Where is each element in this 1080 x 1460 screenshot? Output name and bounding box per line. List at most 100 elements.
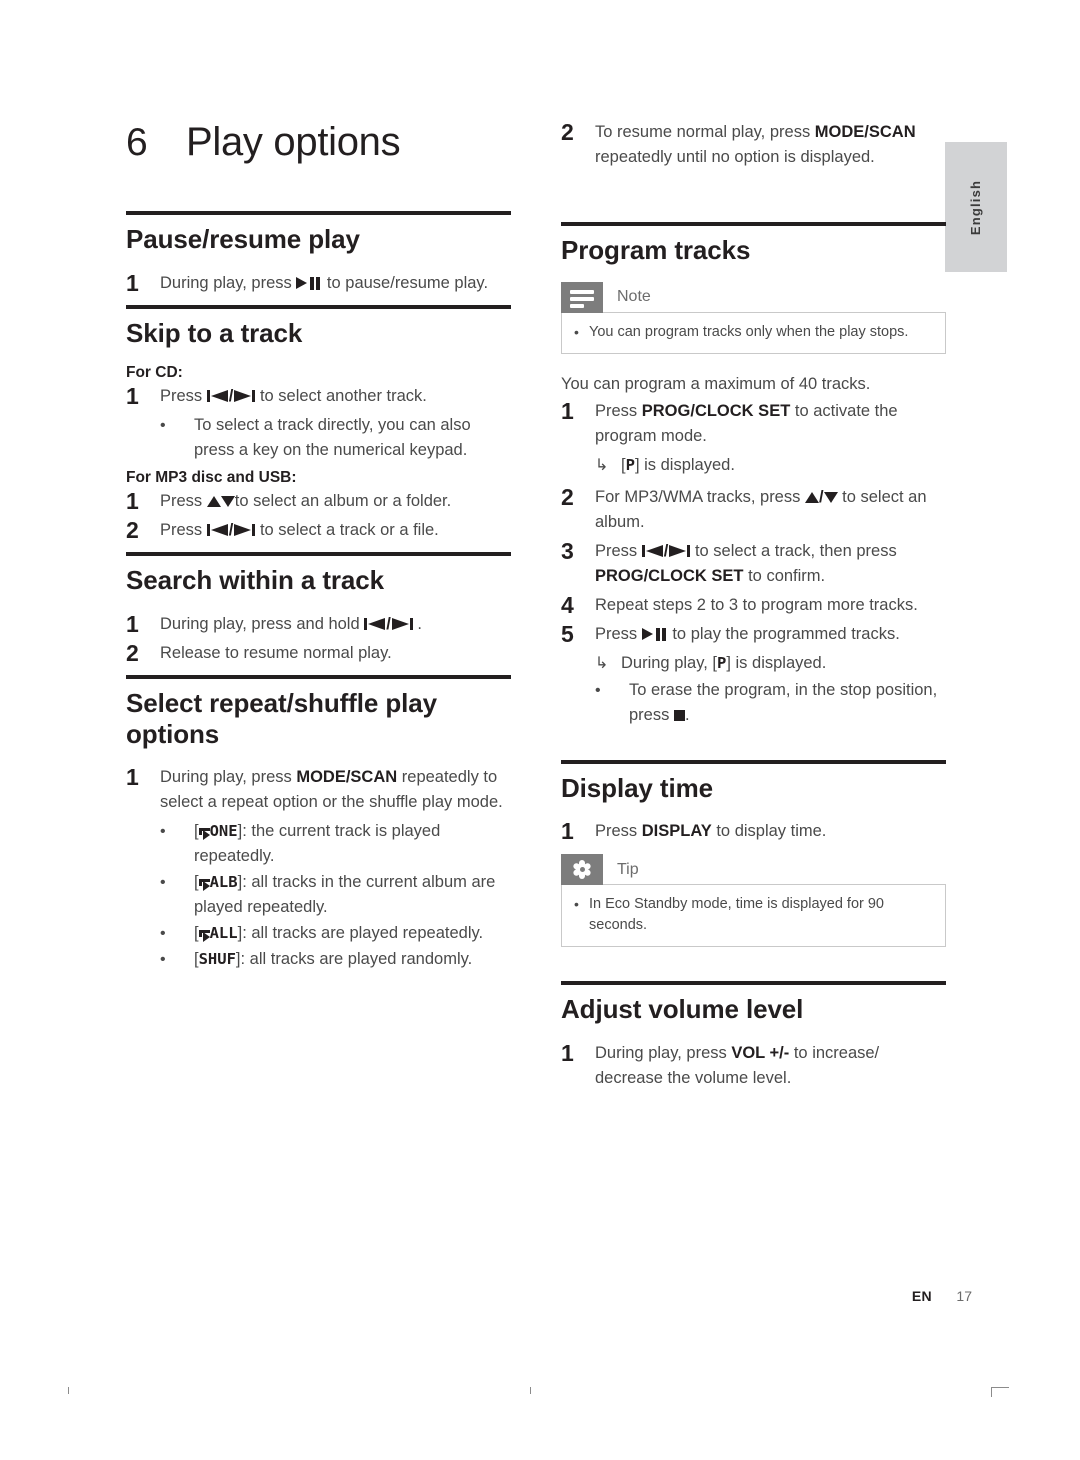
step-text-post: . (412, 615, 422, 634)
bullet-item: • [ALB]: all tracks in the current album… (126, 870, 511, 920)
step-text-pre: Press (595, 624, 642, 643)
crop-mark (991, 1387, 992, 1397)
footer-language-code: EN (911, 1288, 932, 1304)
section-rule (126, 211, 511, 215)
option-description: : all tracks are played repeatedly. (242, 924, 484, 943)
step-text-pre: Press (595, 541, 642, 560)
step-number: 1 (126, 611, 139, 638)
step-text: During play, press and hold / . (160, 615, 422, 634)
result-line: ↳ [P] is displayed. (561, 453, 946, 478)
subheading-for-mp3-usb: For MP3 disc and USB: (126, 469, 297, 487)
step-text: For MP3/WMA tracks, press / to select an… (595, 485, 946, 535)
crop-mark (991, 1387, 1009, 1388)
note-callout-body: • You can program tracks only when the p… (561, 311, 946, 354)
page-footer: EN 17 (0, 1288, 1080, 1306)
step-text: Press / to select another track. (160, 387, 427, 406)
step-text: Press / to select a track or a file. (160, 521, 439, 540)
bullet-text: You can program tracks only when the pla… (589, 323, 909, 340)
next-track-icon (668, 544, 691, 557)
step-text-pre: Press (160, 492, 207, 511)
button-name-mode-scan: MODE/SCAN (814, 123, 916, 141)
pause-bars (310, 276, 321, 290)
repeat-arrow-icon (198, 877, 210, 892)
pause-bars (655, 627, 667, 641)
step-number: 1 (561, 397, 574, 424)
step-item: 2 To resume normal play, press MODE/SCAN… (561, 120, 946, 170)
bullet-dot: • (160, 823, 166, 841)
bullet-item: • [SHUF]: all tracks are played randomly… (126, 947, 511, 972)
manual-page: English 6 Play options Pause/resume play… (0, 0, 1080, 1460)
step-number: 1 (126, 488, 139, 515)
step-text-post: to play the programmed tracks. (667, 624, 900, 643)
bullet-item: • In Eco Standby mode, time is displayed… (574, 894, 933, 936)
lcd-code: P (625, 455, 635, 474)
step-text: Repeat steps 2 to 3 to program more trac… (595, 595, 918, 614)
section-heading-adjust-volume: Adjust volume level (561, 994, 804, 1025)
down-arrow-icon (220, 495, 235, 508)
bullet-text-post: . (684, 705, 690, 724)
step-text-post: to pause/resume play. (322, 273, 489, 292)
section-rule (126, 675, 511, 680)
step-text-pre: Press (595, 822, 642, 841)
chapter-title: Play options (186, 120, 401, 164)
language-side-tab-label: English (968, 179, 984, 235)
tip-callout-header: Tip (561, 854, 946, 886)
step-text: Press PROG/CLOCK SET to activate the pro… (595, 399, 946, 449)
section-heading-program-tracks: Program tracks (561, 235, 751, 265)
footer-page-number: 17 (956, 1288, 972, 1304)
repeat-arrow-icon (198, 826, 210, 841)
section-rule (126, 304, 511, 309)
bullet-dot: • (160, 417, 166, 435)
lcd-code: SHUF (198, 950, 236, 969)
bullet-dot: • (595, 681, 601, 699)
step-text-pre: Press (595, 401, 642, 420)
step-text-post: to confirm. (743, 566, 826, 585)
up-arrow-icon (206, 495, 221, 508)
result-arrow-icon: ↳ (595, 456, 609, 474)
step-text-pre: To resume normal play, press (595, 123, 815, 141)
subheading-for-cd: For CD: (126, 364, 183, 382)
step-text: Press to select an album or a folder. (160, 489, 451, 514)
result-arrow-icon: ↳ (595, 654, 609, 672)
bullet-text: [ALB]: all tracks in the current album a… (194, 873, 496, 917)
section-heading-pause-resume: Pause/resume play (126, 224, 360, 254)
bullet-item: • You can program tracks only when the p… (574, 322, 933, 343)
section-rule (561, 222, 946, 226)
step-number: 3 (561, 537, 574, 564)
step-item: 1 During play, press to pause/resume pla… (126, 270, 511, 296)
section-heading-skip-track: Skip to a track (126, 317, 303, 348)
step-item: 3 Press / to select a track, then press … (561, 537, 946, 589)
step-item: 1 Press DISPLAY to display time. (561, 819, 946, 844)
play-pause-icon (641, 627, 668, 641)
step-text: Press / to select a track, then press PR… (595, 541, 897, 585)
step-item: 1 During play, press MODE/SCAN repeatedl… (126, 765, 511, 815)
previous-track-icon (206, 524, 229, 537)
step-text-post: to select another track. (255, 387, 427, 406)
step-text: Release to resume normal play. (160, 644, 392, 663)
step-item: 1 Press PROG/CLOCK SET to activate the p… (561, 397, 946, 449)
step-item: 1 During play, press and hold / . (126, 612, 511, 637)
bullet-text: [SHUF]: all tracks are played randomly. (194, 950, 473, 969)
step-item: 1 During play, press VOL +/- to increase… (561, 1041, 946, 1091)
lcd-code: ALL (209, 924, 238, 943)
step-item: 2 For MP3/WMA tracks, press / to select … (561, 484, 946, 535)
step-item: 2 Press / to select a track or a file. (126, 518, 511, 543)
step-text-post: to display time. (711, 822, 827, 841)
page-title: 6 Play options (126, 120, 511, 165)
step-number: 1 (561, 1040, 574, 1067)
section-rule (126, 552, 511, 557)
step-number: 5 (561, 620, 574, 647)
step-text-pre: Press (160, 387, 207, 406)
button-name-display: DISPLAY (641, 822, 712, 841)
bullet-text: [ONE]: the current track is played repea… (194, 822, 441, 866)
section-heading-repeat-shuffle: Select repeat/shuffle play options (126, 688, 437, 749)
stop-icon (673, 709, 685, 721)
bullet-text: In Eco Standby mode, time is displayed f… (589, 896, 884, 934)
section-heading-display-time: Display time (561, 772, 713, 803)
step-text: To resume normal play, press MODE/SCAN r… (595, 120, 946, 170)
bullet-item: • To select a track directly, you can al… (126, 413, 511, 463)
bullet-item: • To erase the program, in the stop posi… (561, 678, 946, 728)
section-heading-search-track: Search within a track (126, 565, 385, 596)
option-description: : all tracks are played randomly. (240, 950, 473, 969)
tip-callout-body: • In Eco Standby mode, time is displayed… (561, 884, 946, 948)
